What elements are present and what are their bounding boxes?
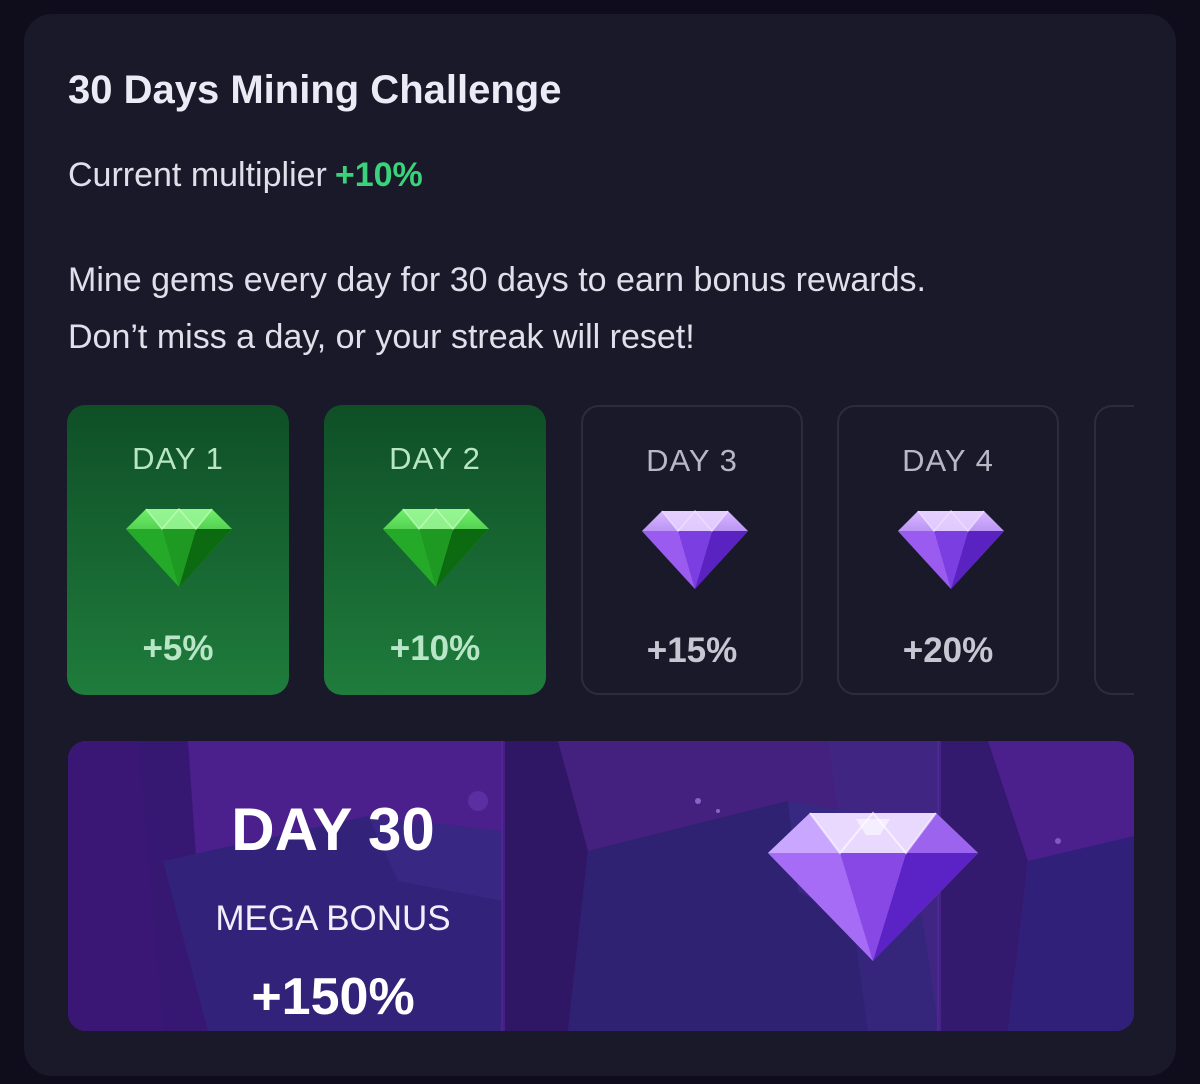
mega-bonus-value: +150% — [251, 968, 415, 1026]
green-gem-icon — [126, 507, 232, 587]
day-card-1[interactable]: DAY 1 +5% — [67, 405, 289, 695]
mega-day-label: DAY 30 — [231, 796, 435, 863]
challenge-title: 30 Days Mining Challenge — [68, 68, 562, 112]
day-bonus: +5% — [142, 629, 214, 668]
day-label: DAY 2 — [389, 441, 481, 476]
day-bonus: +10% — [389, 629, 481, 668]
purple-gem-icon — [898, 509, 1004, 589]
day-card-4[interactable]: DAY 4 +20% — [837, 405, 1059, 695]
day-card-2[interactable]: DAY 2 +10% — [324, 405, 546, 695]
current-multiplier: Current multiplier +10% — [68, 156, 423, 195]
large-purple-gem-icon — [768, 811, 978, 961]
challenge-description: Mine gems every day for 30 days to earn … — [68, 252, 1148, 366]
day-card-3[interactable]: DAY 3 +15% — [581, 405, 803, 695]
multiplier-value: +10% — [334, 156, 423, 194]
purple-gem-icon — [642, 509, 748, 589]
green-gem-icon — [383, 507, 489, 587]
mining-challenge-card: 30 Days Mining Challenge Current multipl… — [24, 14, 1176, 1076]
day-label: DAY 1 — [132, 441, 224, 476]
day-card-next-partial[interactable] — [1094, 405, 1134, 695]
mega-bonus-banner[interactable]: DAY 30 MEGA BONUS +150% — [68, 741, 1134, 1031]
day-label: DAY 3 — [646, 443, 738, 478]
day-bonus: +20% — [902, 631, 994, 670]
day-label: DAY 4 — [902, 443, 994, 478]
description-line-2: Don’t miss a day, or your streak will re… — [68, 318, 695, 356]
day-bonus: +15% — [646, 631, 738, 670]
description-line-1: Mine gems every day for 30 days to earn … — [68, 261, 926, 299]
mega-bonus-label: MEGA BONUS — [215, 899, 451, 938]
multiplier-label: Current multiplier — [68, 156, 327, 194]
